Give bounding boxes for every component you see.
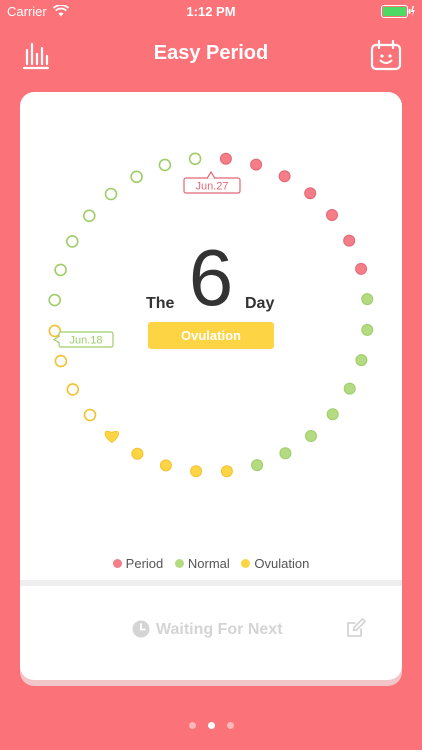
- calendar-face-icon[interactable]: [370, 39, 402, 71]
- day-suffix: Day: [245, 295, 275, 312]
- cycle-day-dot-normal: [83, 209, 96, 223]
- cycle-day-dot-normal: [104, 187, 118, 201]
- waiting-label: Waiting For Next: [156, 621, 283, 638]
- cycle-day-dot-normal: [326, 408, 339, 421]
- cycle-day-dot-period: [250, 158, 263, 171]
- cycle-day-dot-normal: [65, 235, 79, 248]
- period-start-label: Jun.27: [183, 170, 241, 194]
- cycle-day-number: 6: [188, 233, 234, 322]
- cycle-day-dot-ovulation: [190, 465, 203, 478]
- page-dot-active[interactable]: [207, 722, 215, 729]
- page-dot[interactable]: [188, 722, 196, 729]
- page-title: Easy Period: [153, 42, 269, 64]
- cycle-day-dot-period: [343, 234, 356, 247]
- cycle-day-dot-normal: [343, 382, 356, 395]
- legend-item-ovulation: Ovulation: [241, 556, 309, 571]
- cycle-day-dot-normal: [355, 354, 368, 367]
- page-dot[interactable]: [226, 722, 234, 729]
- cycle-day-dot-normal: [54, 263, 67, 277]
- cycle-day-dot-normal: [305, 430, 317, 442]
- day-prefix: The: [146, 295, 175, 312]
- clock-time: 1:12 PM: [186, 4, 236, 19]
- waiting-status[interactable]: Waiting For Next: [132, 620, 283, 642]
- cycle-day-dot-ovulation: [83, 408, 97, 422]
- cycle-day-dot-normal: [158, 158, 172, 172]
- ovulation-heart-icon: [104, 430, 119, 444]
- page-indicator[interactable]: [0, 716, 422, 734]
- footer: Waiting For Next: [20, 586, 402, 680]
- cycle-card: Jun.27 Jun.18 The 6 Day Ovulation Period …: [20, 92, 402, 680]
- cycle-day-dot-normal: [279, 447, 292, 460]
- navigation-bar: Easy Period: [0, 30, 422, 78]
- phase-badge: Ovulation: [148, 322, 274, 349]
- cycle-day-dot-normal: [130, 170, 143, 184]
- normal-dot: [174, 559, 184, 568]
- cycle-day-dot-period: [326, 209, 338, 221]
- battery-icon: [381, 5, 415, 18]
- date-label-text: Jun.27: [195, 181, 228, 193]
- legend-item-period: Period: [112, 556, 164, 571]
- edit-icon[interactable]: [346, 618, 366, 638]
- status-bar: Carrier 1:12 PM: [0, 0, 422, 22]
- clock-icon: [132, 620, 150, 638]
- cycle-day-dot-period: [355, 262, 368, 275]
- cycle-day-dot-ovulation: [54, 354, 68, 368]
- legend: Period Normal Ovulation: [20, 556, 402, 571]
- cycle-day-dot-period: [304, 187, 317, 200]
- cycle-day-dot-normal: [188, 152, 202, 166]
- cycle-day-dot-normal: [48, 293, 62, 307]
- legend-label: Ovulation: [254, 556, 310, 571]
- legend-label: Period: [125, 556, 164, 571]
- cycle-day-dot-period: [219, 152, 232, 165]
- cycle-day-dot-ovulation: [131, 447, 144, 460]
- cycle-day-dot-normal: [251, 459, 264, 472]
- ovulation-date-label: Jun.18: [52, 331, 114, 348]
- cycle-day-dot-normal: [361, 293, 374, 306]
- legend-item-normal: Normal: [174, 556, 230, 571]
- legend-label: Normal: [187, 556, 230, 571]
- cycle-day-dot-normal: [361, 323, 374, 336]
- ovulation-dot: [241, 559, 251, 568]
- cycle-day-dot-ovulation: [220, 465, 233, 478]
- cycle-day-dot-ovulation: [66, 383, 80, 396]
- cycle-day-dot-period: [278, 170, 291, 183]
- period-dot: [112, 559, 122, 568]
- date-label-text: Jun.18: [69, 335, 102, 347]
- cycle-day-dot-ovulation: [159, 459, 172, 472]
